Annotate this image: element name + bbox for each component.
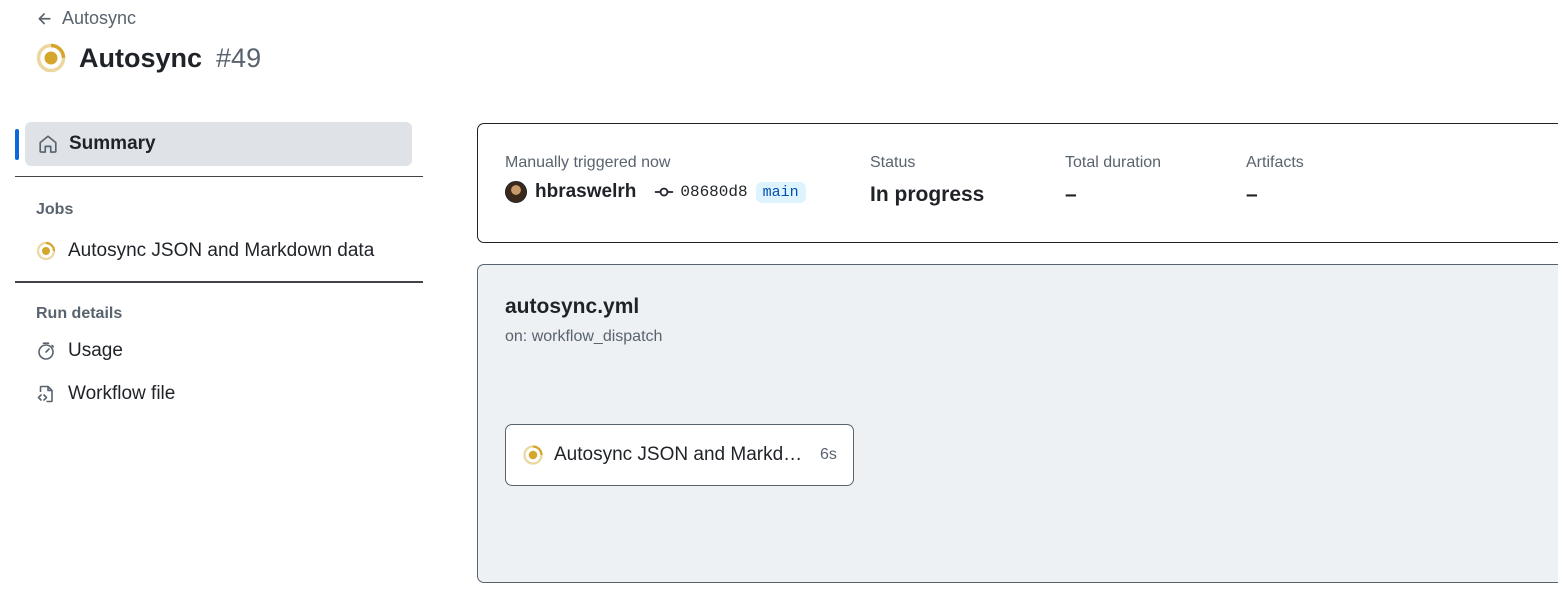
status-info: Status In progress: [870, 154, 984, 207]
sidebar: Summary Jobs Autosync JSON and Markdown …: [15, 122, 423, 414]
trigger-label: Manually triggered now: [505, 154, 671, 171]
workflow-file-name: autosync.yml: [505, 295, 640, 318]
workflow-graph[interactable]: autosync.yml on: workflow_dispatch Autos…: [477, 264, 1558, 583]
in-progress-icon: [36, 241, 56, 261]
commit-sha-link[interactable]: 08680d8: [680, 183, 747, 201]
in-progress-icon: [523, 445, 543, 465]
trigger-details: hbraswelrh 08680d8 main: [505, 181, 806, 203]
back-link[interactable]: Autosync: [36, 8, 136, 29]
in-progress-icon: [36, 43, 66, 73]
job-node[interactable]: Autosync JSON and Markdown data 6s: [505, 424, 854, 486]
status-value: In progress: [870, 183, 985, 206]
avatar[interactable]: [505, 181, 527, 203]
artifacts-value: –: [1246, 183, 1258, 206]
sidebar-item-label: Usage: [68, 340, 123, 361]
job-node-duration: 6s: [820, 446, 837, 463]
sidebar-item-usage[interactable]: Usage: [15, 331, 423, 371]
back-link-label: Autosync: [62, 8, 137, 28]
page-title: Autosync: [79, 42, 203, 73]
sidebar-item-job[interactable]: Autosync JSON and Markdown data: [15, 231, 423, 271]
duration-info: Total duration –: [1065, 154, 1161, 207]
status-label: Status: [870, 154, 916, 171]
file-code-icon: [37, 385, 53, 403]
active-indicator: [15, 129, 19, 160]
trigger-info: Manually triggered now hbraswelrh 08680d…: [505, 154, 806, 203]
artifacts-info: Artifacts –: [1246, 154, 1304, 207]
divider: [15, 176, 423, 177]
run-details-heading: Run details: [36, 305, 123, 322]
branch-badge[interactable]: main: [755, 181, 806, 203]
sidebar-item-workflow-file[interactable]: Workflow file: [15, 374, 423, 414]
artifacts-label: Artifacts: [1246, 154, 1304, 171]
page-title-row: Autosync #49: [35, 42, 261, 74]
jobs-heading: Jobs: [36, 201, 74, 218]
home-icon: [39, 135, 57, 153]
duration-label: Total duration: [1065, 154, 1162, 171]
divider: [15, 281, 423, 283]
job-node-name: Autosync JSON and Markdown data: [554, 444, 806, 465]
sidebar-item-label: Autosync JSON and Markdown data: [68, 240, 375, 261]
run-number: #49: [216, 42, 262, 73]
actor-link[interactable]: hbraswelrh: [535, 181, 636, 203]
duration-value: –: [1065, 183, 1077, 206]
sidebar-item-label: Summary: [69, 133, 156, 154]
stopwatch-icon: [38, 342, 55, 360]
sidebar-item-summary[interactable]: Summary: [15, 122, 412, 166]
git-commit-icon: [655, 187, 674, 197]
arrow-left-icon: [38, 12, 51, 24]
workflow-trigger: on: workflow_dispatch: [505, 328, 663, 345]
run-summary-card: Manually triggered now hbraswelrh 08680d…: [477, 123, 1558, 243]
sidebar-item-label: Workflow file: [68, 383, 176, 404]
